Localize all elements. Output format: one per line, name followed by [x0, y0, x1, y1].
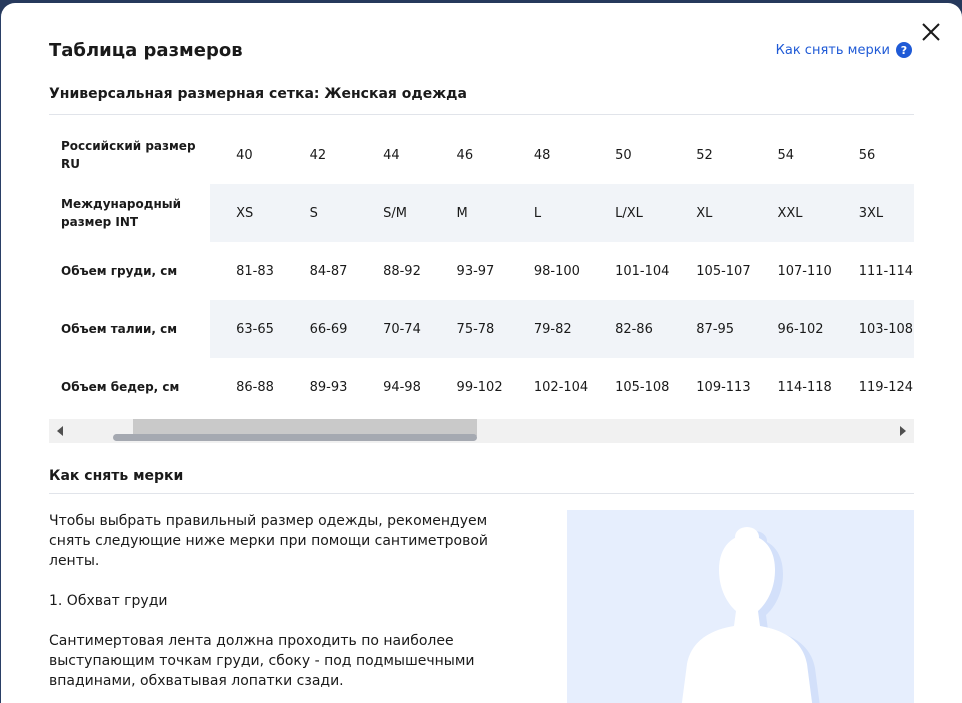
row-label: Объем талии, см [49, 300, 211, 358]
row-label: Международный размер INT [49, 184, 211, 242]
size-chart-modal: Таблица размеров Как снять мерки ? Униве… [1, 3, 962, 703]
instructions-text: Чтобы выбрать правильный размер одежды, … [49, 511, 489, 703]
row-label: Объем груди, см [49, 242, 211, 300]
table-cell: 86-88 [236, 379, 274, 395]
table-cell: 109-113 [696, 379, 751, 395]
body-figure-illustration [567, 510, 914, 703]
table-cell: XL [670, 184, 752, 242]
row-label: Российский размер RU [49, 126, 211, 184]
row-label: Объем бедер, см [49, 358, 211, 416]
table-cell: XS [210, 184, 284, 242]
table-cell: 79-82 [507, 300, 590, 358]
scroll-right-icon[interactable] [900, 426, 906, 436]
table-cell: 40 [236, 147, 253, 163]
table-cell: M [430, 184, 508, 242]
table-cell: 101-104 [615, 263, 670, 279]
table-cell: 107-110 [777, 263, 832, 279]
how-to-measure-label: Как снять мерки [775, 42, 890, 58]
table-cell: 48 [533, 147, 551, 163]
table-cell: 88-92 [383, 263, 421, 279]
table-cell: 81-83 [236, 263, 274, 279]
how-to-measure-title: Как снять мерки [49, 468, 184, 484]
scrollbar-thumb[interactable] [113, 434, 477, 441]
table-cell: L [507, 184, 590, 242]
size-table: Российский размер RU 40 42 44 46 48 50 5… [49, 126, 914, 416]
table-cell: 93-97 [456, 263, 495, 279]
table-cell: 82-86 [589, 300, 671, 358]
table-row: Российский размер RU 40 42 44 46 48 50 5… [49, 126, 914, 184]
close-button[interactable] [918, 19, 944, 45]
step-title: 1. Обхват груди [49, 593, 168, 609]
table-cell: 111-114 [858, 263, 914, 279]
table-cell: 103-108 [832, 300, 914, 358]
table-cell: 63-65 [210, 300, 284, 358]
table-cell: 44 [383, 147, 400, 163]
table-cell: 42 [309, 147, 327, 163]
table-row: Международный размер INT XS S S/M M L L/… [49, 184, 914, 242]
table-cell: S [283, 184, 358, 242]
table-cell: 84-87 [309, 263, 348, 279]
table-cell: 50 [615, 147, 632, 163]
table-cell: 119-124 [858, 379, 914, 395]
female-silhouette-icon [681, 527, 820, 703]
table-cell: 52 [696, 147, 713, 163]
size-table-container[interactable]: Российский размер RU 40 42 44 46 48 50 5… [49, 126, 914, 442]
table-cell: 96-102 [751, 300, 833, 358]
table-cell: 70-74 [357, 300, 431, 358]
table-cell: 46 [456, 147, 474, 163]
divider [49, 114, 914, 115]
step-text: Сантимертовая лента должна проходить по … [49, 633, 475, 689]
table-cell: 54 [777, 147, 795, 163]
close-icon [922, 23, 940, 41]
table-cell: 89-93 [309, 379, 348, 395]
table-cell: S/M [357, 184, 431, 242]
table-row: Объем талии, см 63-65 66-69 70-74 75-78 … [49, 300, 914, 358]
table-cell: 87-95 [670, 300, 752, 358]
table-row: Объем бедер, см 86-88 89-93 94-98 99-102… [49, 358, 914, 416]
table-cell: 56 [858, 147, 876, 163]
table-row: Объем груди, см 81-83 84-87 88-92 93-97 … [49, 242, 914, 300]
help-icon: ? [896, 42, 912, 58]
table-cell: 98-100 [533, 263, 580, 279]
table-cell: 3XL [832, 184, 914, 242]
table-cell: 105-108 [615, 379, 670, 395]
modal-title: Таблица размеров [49, 40, 243, 61]
scroll-left-icon[interactable] [57, 426, 63, 436]
table-cell: 75-78 [430, 300, 508, 358]
divider [49, 493, 914, 494]
table-cell: XXL [751, 184, 833, 242]
table-cell: 66-69 [283, 300, 358, 358]
horizontal-scrollbar[interactable] [49, 419, 914, 443]
how-to-measure-link[interactable]: Как снять мерки ? [776, 42, 912, 58]
size-grid-subtitle: Универсальная размерная сетка: Женская о… [49, 86, 467, 102]
intro-paragraph: Чтобы выбрать правильный размер одежды, … [49, 513, 489, 569]
table-cell: 99-102 [456, 379, 503, 395]
table-cell: 105-107 [696, 263, 751, 279]
table-cell: 102-104 [533, 379, 589, 395]
table-cell: L/XL [589, 184, 671, 242]
table-cell: 114-118 [777, 379, 832, 395]
table-cell: 94-98 [383, 379, 421, 395]
